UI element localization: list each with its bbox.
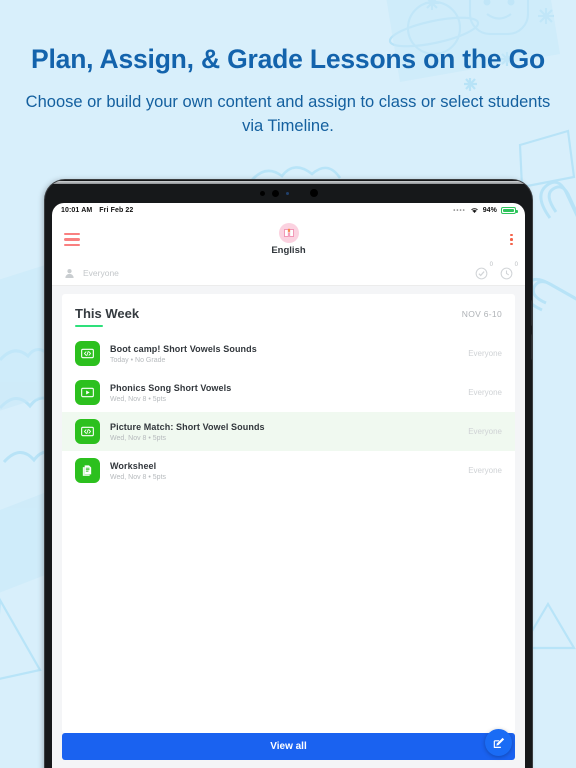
- open-book-icon: [278, 223, 299, 243]
- item-audience: Everyone: [468, 349, 502, 358]
- week-header: This Week NOV 6-10: [62, 294, 515, 328]
- audience-filter-label: Everyone: [83, 268, 119, 278]
- list-item[interactable]: Picture Match: Short Vowel Sounds Wed, N…: [62, 412, 515, 451]
- this-week-card: This Week NOV 6-10 Boot camp! Short Vowe…: [62, 294, 515, 733]
- play-button-icon: [75, 380, 100, 405]
- item-audience: Everyone: [468, 388, 502, 397]
- date-range-label: NOV 6-10: [461, 309, 502, 319]
- app-header: English: [52, 218, 525, 261]
- view-all-button[interactable]: View all: [62, 733, 515, 760]
- status-date: Fri Feb 22: [99, 207, 134, 214]
- status-time: 10:01 AM: [61, 207, 93, 214]
- volume-down-button[interactable]: [531, 334, 532, 360]
- code-brackets-icon: [75, 341, 100, 366]
- kebab-menu-icon[interactable]: [510, 233, 513, 246]
- item-title: Worksheel: [110, 460, 157, 471]
- class-name-label: English: [271, 245, 306, 256]
- timeline-content: This Week NOV 6-10 Boot camp! Short Vowe…: [52, 286, 525, 733]
- promo-title: Plan, Assign, & Grade Lessons on the Go: [31, 44, 545, 74]
- clock-count-badge: 0: [514, 261, 518, 268]
- item-audience: Everyone: [468, 466, 502, 475]
- item-meta: Wed, Nov 8 • 5pts: [110, 434, 167, 442]
- code-brackets-icon: [75, 419, 100, 444]
- wifi-icon: [470, 208, 478, 213]
- item-title: Picture Match: Short Vowel Sounds: [110, 421, 265, 432]
- tablet-device-frame: 10:01 AM Fri Feb 22 •••• 94% English Eve…: [45, 180, 532, 768]
- item-title: Phonics Song Short Vowels: [110, 382, 232, 393]
- class-brand: English: [52, 223, 525, 256]
- promo-block: Plan, Assign, & Grade Lessons on the Go …: [0, 0, 576, 139]
- timeline-footer: View all: [52, 729, 525, 768]
- battery-percent: 94%: [482, 207, 497, 214]
- audience-filter-bar[interactable]: Everyone 0 0: [52, 261, 525, 286]
- check-circle-icon[interactable]: 0: [475, 262, 493, 280]
- worksheet-document-icon: [75, 458, 100, 483]
- signal-dots-icon: ••••: [453, 207, 466, 214]
- tablet-screen: 10:01 AM Fri Feb 22 •••• 94% English Eve…: [52, 203, 525, 768]
- check-count-badge: 0: [489, 261, 493, 268]
- promo-subtitle: Choose or build your own content and ass…: [25, 93, 551, 135]
- item-meta: Today • No Grade: [110, 356, 166, 364]
- list-item[interactable]: Phonics Song Short Vowels Wed, Nov 8 • 5…: [62, 373, 515, 412]
- clock-circle-icon[interactable]: 0: [500, 262, 518, 280]
- volume-up-button[interactable]: [531, 300, 532, 326]
- item-title: Boot camp! Short Vowels Sounds: [110, 343, 257, 354]
- person-icon: [65, 268, 74, 278]
- status-bar: 10:01 AM Fri Feb 22 •••• 94%: [52, 203, 525, 218]
- compose-edit-icon[interactable]: [485, 729, 512, 756]
- section-title: This Week: [75, 306, 139, 328]
- hamburger-menu-icon[interactable]: [64, 233, 80, 246]
- list-item[interactable]: Boot camp! Short Vowels Sounds Today • N…: [62, 334, 515, 373]
- battery-charging-icon: [501, 206, 518, 215]
- item-meta: Wed, Nov 8 • 5pts: [110, 473, 167, 481]
- item-meta: Wed, Nov 8 • 5pts: [110, 395, 167, 403]
- item-audience: Everyone: [468, 427, 502, 436]
- timeline-list: Boot camp! Short Vowels Sounds Today • N…: [62, 334, 515, 490]
- device-sensor-array: [45, 181, 532, 205]
- list-item[interactable]: Worksheel Wed, Nov 8 • 5pts Everyone: [62, 451, 515, 490]
